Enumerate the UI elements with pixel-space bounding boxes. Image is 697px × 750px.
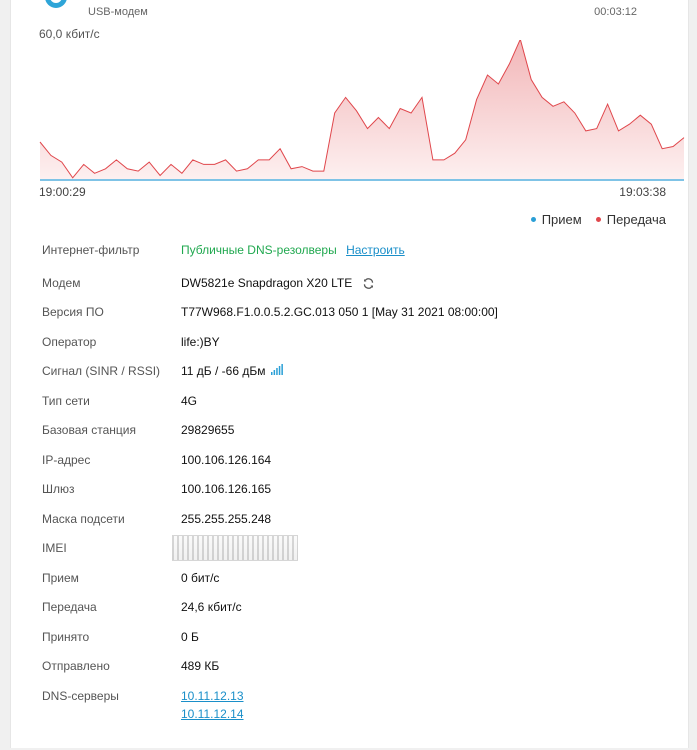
rx-rate-label: Прием [42, 571, 79, 585]
legend-item-tx: Передача [595, 212, 666, 227]
row-base-station: Базовая станция 29829655 [32, 419, 692, 443]
uptime-value: 00:03:12 [594, 6, 637, 18]
firmware-value: T77W968.F1.0.0.5.2.GC.013 050 1 [May 31 … [181, 305, 498, 319]
modem-type-label: USB-модем [88, 6, 148, 18]
tx-area [40, 40, 684, 180]
row-dns-servers: DNS-серверы 10.11.12.13 10.11.12.14 [32, 685, 692, 727]
signal-bars-icon [270, 364, 283, 375]
sync-icon[interactable] [362, 277, 375, 290]
row-network-type: Тип сети 4G [32, 390, 692, 414]
chart-time-end: 19:03:38 [619, 185, 666, 199]
modem-info-card: USB-модем 00:03:12 60,0 кбит/с 19:00:29 … [10, 0, 689, 748]
subnet-mask-label: Маска подсети [42, 512, 125, 526]
chart-legend: Прием Передача [530, 212, 666, 227]
row-sent: Отправлено 489 КБ [32, 655, 692, 679]
signal-value-wrap: 11 дБ / -66 дБм [181, 364, 285, 378]
received-label: Принято [42, 630, 90, 644]
configure-filter-link[interactable]: Настроить [346, 243, 405, 257]
legend-rx-label: Прием [541, 212, 582, 227]
dns-servers-label: DNS-серверы [42, 689, 119, 703]
imei-redacted-value [172, 535, 298, 561]
row-modem: Модем DW5821e Snapdragon X20 LTE [32, 272, 692, 296]
gateway-value: 100.106.126.165 [181, 482, 272, 496]
legend-tx-label: Передача [606, 212, 666, 227]
row-firmware: Версия ПО T77W968.F1.0.0.5.2.GC.013 050 … [32, 301, 692, 325]
row-signal: Сигнал (SINR / RSSI) 11 дБ / -66 дБм [32, 360, 692, 384]
legend-item-rx: Прием [530, 212, 582, 227]
signal-value: 11 дБ / -66 дБм [181, 364, 266, 378]
rx-rate-value: 0 бит/с [181, 571, 220, 585]
chart-time-start: 19:00:29 [39, 185, 86, 199]
dns-server-1-link[interactable]: 10.11.12.13 [181, 689, 244, 703]
chart-max-rate: 60,0 кбит/с [39, 27, 100, 41]
ip-address-label: IP-адрес [42, 453, 91, 467]
legend-rx-dot-icon [530, 217, 536, 222]
row-gateway: Шлюз 100.106.126.165 [32, 478, 692, 502]
row-imei: IMEI [32, 535, 692, 561]
imei-label: IMEI [42, 541, 67, 555]
legend-tx-dot-icon [595, 217, 601, 222]
internet-filter-value-wrap: Публичные DNS-резолверы Настроить [181, 243, 405, 257]
subnet-mask-value: 255.255.255.248 [181, 512, 272, 526]
ip-address-value: 100.106.126.164 [181, 453, 272, 467]
internet-filter-label: Интернет-фильтр [42, 243, 140, 257]
base-station-label: Базовая станция [42, 423, 136, 437]
gateway-label: Шлюз [42, 482, 75, 496]
internet-filter-value: Публичные DNS-резолверы [181, 243, 337, 257]
traffic-chart [39, 40, 685, 181]
row-ip-address: IP-адрес 100.106.126.164 [32, 449, 692, 473]
tx-rate-label: Передача [42, 600, 97, 614]
operator-label: Оператор [42, 335, 97, 349]
network-type-label: Тип сети [42, 394, 90, 408]
base-station-value: 29829655 [181, 423, 235, 437]
modem-value: DW5821e Snapdragon X20 LTE [181, 276, 353, 290]
dns-server-2-link[interactable]: 10.11.12.14 [181, 707, 244, 721]
sent-value: 489 КБ [181, 659, 220, 673]
tx-rate-value: 24,6 кбит/с [181, 600, 242, 614]
row-rx-rate: Прием 0 бит/с [32, 567, 692, 591]
sent-label: Отправлено [42, 659, 110, 673]
received-value: 0 Б [181, 630, 199, 644]
row-received: Принято 0 Б [32, 626, 692, 650]
row-tx-rate: Передача 24,6 кбит/с [32, 596, 692, 620]
network-type-value: 4G [181, 394, 198, 408]
row-operator: Оператор life:)BY [32, 331, 692, 355]
signal-label: Сигнал (SINR / RSSI) [42, 364, 161, 378]
modem-label: Модем [42, 276, 81, 290]
row-subnet-mask: Маска подсети 255.255.255.248 [32, 508, 692, 532]
modem-value-wrap: DW5821e Snapdragon X20 LTE [181, 276, 375, 290]
status-circle-icon [45, 0, 67, 8]
firmware-label: Версия ПО [42, 305, 104, 319]
row-internet-filter: Интернет-фильтр Публичные DNS-резолверы … [32, 239, 692, 263]
operator-value: life:)BY [181, 335, 220, 349]
